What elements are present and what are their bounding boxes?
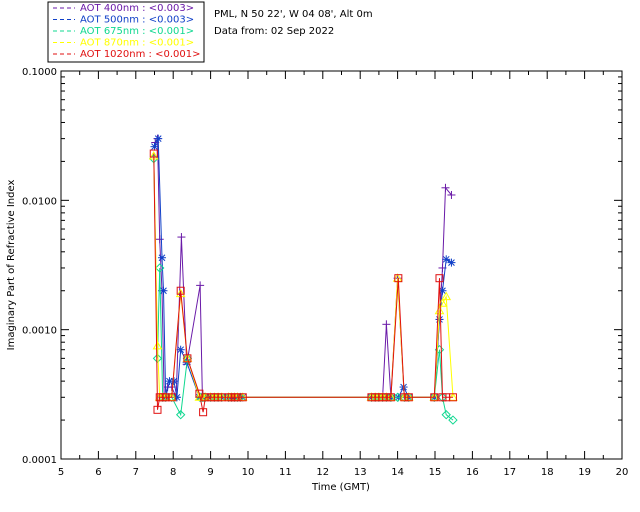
x-tick-label: 19 bbox=[578, 467, 591, 478]
chart-background bbox=[0, 0, 640, 512]
legend-label: AOT 1020nm : <0.001> bbox=[80, 49, 200, 60]
data-point-asterisk bbox=[150, 142, 159, 151]
x-tick-label: 14 bbox=[391, 467, 404, 478]
x-tick-label: 11 bbox=[279, 467, 292, 478]
site-info-text: PML, N 50 22', W 04 08', Alt 0m bbox=[214, 9, 373, 20]
x-tick-label: 13 bbox=[354, 467, 367, 478]
data-point-asterisk bbox=[169, 377, 178, 386]
legend-label: AOT 675nm : <0.001> bbox=[80, 26, 194, 37]
date-info-text: Data from: 02 Sep 2022 bbox=[214, 26, 334, 37]
x-tick-label: 6 bbox=[95, 467, 101, 478]
legend-label: AOT 870nm : <0.001> bbox=[80, 38, 194, 49]
data-point-asterisk bbox=[442, 255, 451, 264]
x-tick-label: 18 bbox=[541, 467, 554, 478]
x-tick-label: 5 bbox=[58, 467, 64, 478]
x-tick-label: 7 bbox=[133, 467, 139, 478]
x-tick-label: 10 bbox=[242, 467, 255, 478]
data-point-asterisk bbox=[157, 253, 166, 262]
legend-label: AOT 500nm : <0.003> bbox=[80, 15, 194, 26]
refractive-index-chart: AOT 400nm : <0.003>AOT 500nm : <0.003>AO… bbox=[0, 0, 640, 512]
data-point-asterisk bbox=[176, 345, 185, 354]
x-tick-label: 12 bbox=[316, 467, 329, 478]
y-tick-label: 0.0010 bbox=[22, 326, 57, 337]
data-point-asterisk bbox=[447, 258, 456, 267]
x-tick-label: 8 bbox=[170, 467, 176, 478]
x-tick-label: 16 bbox=[466, 467, 479, 478]
y-tick-label: 0.0100 bbox=[22, 196, 57, 207]
x-tick-label: 20 bbox=[616, 467, 629, 478]
x-tick-label: 15 bbox=[429, 467, 442, 478]
x-axis-label: Time (GMT) bbox=[311, 482, 370, 493]
x-tick-label: 17 bbox=[503, 467, 516, 478]
y-axis-label: Imaginary Part of Refractive Index bbox=[6, 180, 17, 351]
data-point-asterisk bbox=[154, 134, 163, 143]
legend-label: AOT 400nm : <0.003> bbox=[80, 3, 194, 14]
y-tick-label: 0.1000 bbox=[22, 67, 57, 78]
y-tick-label: 0.0001 bbox=[22, 455, 57, 466]
x-tick-label: 9 bbox=[207, 467, 213, 478]
